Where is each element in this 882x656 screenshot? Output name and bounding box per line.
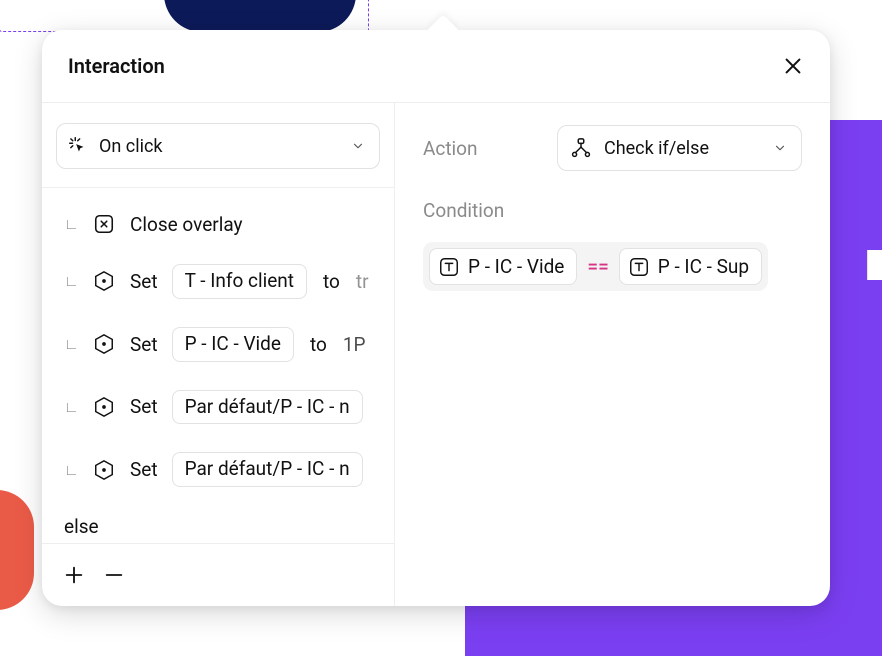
condition-right-operand[interactable]: P - IC - Sup	[619, 248, 762, 285]
variable-token[interactable]: T - Info client	[172, 264, 307, 299]
on-click-icon	[67, 135, 89, 157]
action-label: Close overlay	[130, 213, 243, 236]
action-field-label: Action	[423, 137, 533, 160]
action-list: ∟ Close overlay ∟ Set T - Info client to…	[42, 187, 394, 543]
trigger-label: On click	[99, 136, 341, 157]
selected-button-shape	[164, 0, 356, 32]
variable-icon	[92, 395, 116, 419]
interaction-popover: Interaction	[42, 30, 830, 606]
condition-expression[interactable]: P - IC - Vide == P - IC - Sup	[423, 242, 768, 291]
action-type-value: Check if/else	[604, 138, 761, 159]
close-overlay-icon	[92, 212, 116, 236]
tree-branch-icon: ∟	[64, 215, 78, 233]
close-icon	[782, 55, 804, 77]
right-pane: Action Check if/else	[395, 103, 830, 606]
else-branch[interactable]: else	[64, 515, 394, 538]
action-set-variable-4[interactable]: ∟ Set Par défaut/P - IC - n	[64, 452, 394, 487]
action-tools	[42, 543, 394, 606]
trigger-select[interactable]: On click	[56, 123, 380, 169]
variable-icon	[92, 332, 116, 356]
add-action-button[interactable]	[62, 563, 86, 587]
variable-icon	[92, 458, 116, 482]
minus-icon	[103, 564, 125, 586]
left-pane: On click ∟ Close overlay ∟	[42, 103, 395, 606]
popover-title: Interaction	[68, 54, 165, 78]
chevron-down-icon	[351, 139, 365, 153]
conditional-icon	[570, 137, 592, 159]
action-set-variable-3[interactable]: ∟ Set Par défaut/P - IC - n	[64, 390, 394, 425]
action-set-variable-2[interactable]: ∟ Set P - IC - Vide to 1P	[64, 327, 394, 362]
close-button[interactable]	[782, 55, 804, 77]
tree-branch-icon: ∟	[64, 272, 78, 290]
plus-icon	[63, 564, 85, 586]
action-set-variable-1[interactable]: ∟ Set T - Info client to tr	[64, 264, 394, 299]
tree-branch-icon: ∟	[64, 398, 78, 416]
action-type-select[interactable]: Check if/else	[557, 125, 802, 171]
tree-branch-icon: ∟	[64, 335, 78, 353]
remove-action-button[interactable]	[102, 563, 126, 587]
tree-branch-icon: ∟	[64, 461, 78, 479]
variable-token[interactable]: P - IC - Vide	[172, 327, 294, 362]
condition-field-label: Condition	[423, 199, 802, 222]
variable-token[interactable]: Par défaut/P - IC - n	[172, 452, 363, 487]
condition-left-operand[interactable]: P - IC - Vide	[429, 248, 577, 285]
right-panel-edge	[867, 250, 882, 280]
action-close-overlay[interactable]: ∟ Close overlay	[64, 212, 394, 236]
chevron-down-icon	[773, 141, 787, 155]
variable-icon	[92, 269, 116, 293]
text-variable-icon	[438, 256, 460, 278]
variable-token[interactable]: Par défaut/P - IC - n	[172, 390, 363, 425]
text-variable-icon	[628, 256, 650, 278]
condition-operator[interactable]: ==	[585, 255, 610, 278]
